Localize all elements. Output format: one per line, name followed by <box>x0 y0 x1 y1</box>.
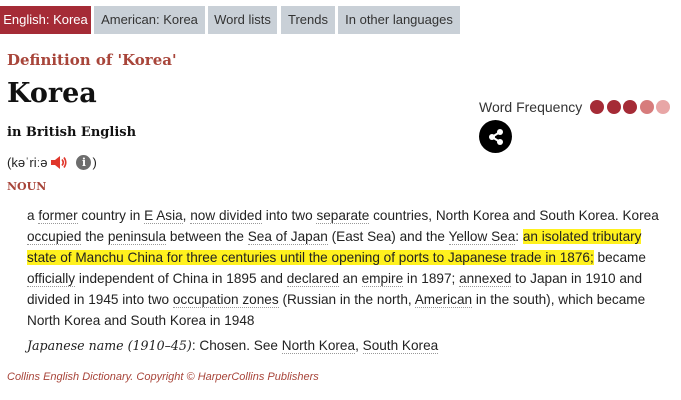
tab-trends[interactable]: Trends <box>281 6 335 34</box>
pronunciation-close: ) <box>92 155 97 170</box>
tab-american-korea[interactable]: American: Korea <box>94 6 205 34</box>
word-link-yellow-sea[interactable]: Yellow Sea <box>448 229 516 245</box>
word-link-annexed[interactable]: annexed <box>459 271 512 287</box>
part-of-speech: NOUN <box>7 180 47 193</box>
definition-text: a former country in E Asia, now divided … <box>27 205 667 331</box>
copyright: Collins English Dictionary. Copyright © … <box>7 371 319 383</box>
word-link-declared[interactable]: declared <box>286 271 339 287</box>
frequency-dot-icon <box>623 100 638 114</box>
japanese-name: Japanese name (1910–45): Chosen. See Nor… <box>27 338 439 354</box>
word-link-officially[interactable]: officially <box>27 271 76 287</box>
japanese-name-label: Japanese name (1910–45) <box>27 338 192 353</box>
share-icon[interactable] <box>479 120 512 153</box>
def-text: independent of China in 1895 and <box>75 271 287 286</box>
def-text: : <box>515 229 523 244</box>
tab-in-other-languages[interactable]: In other languages <box>338 6 460 34</box>
word-link-e-asia[interactable]: E Asia <box>144 208 183 224</box>
word-link-sea-of-japan[interactable]: Sea of Japan <box>247 229 328 245</box>
word-link-now-divided[interactable]: now divided <box>190 208 263 224</box>
frequency-dot-icon <box>656 100 671 114</box>
def-text: (East Sea) and the <box>327 229 449 244</box>
definition-heading: Definition of 'Korea' <box>7 51 177 69</box>
pronunciation-text: (kəˈriːə <box>7 155 48 170</box>
tab-english-korea[interactable]: English: Korea <box>0 6 91 34</box>
frequency-dot-icon <box>639 100 654 114</box>
word-link-occupied[interactable]: occupied <box>27 229 82 245</box>
link-north-korea[interactable]: North Korea <box>281 338 356 354</box>
speaker-icon[interactable] <box>50 155 68 170</box>
def-text: became <box>593 250 646 265</box>
word-link-separate[interactable]: separate <box>316 208 370 224</box>
def-text: (Russian in the north, <box>278 292 415 307</box>
word-link-peninsula[interactable]: peninsula <box>107 229 167 245</box>
word-frequency: Word Frequency <box>479 99 673 115</box>
word-link-american[interactable]: American <box>414 292 473 308</box>
frequency-dots <box>590 100 673 114</box>
def-text: into two <box>262 208 317 223</box>
link-south-korea[interactable]: South Korea <box>362 338 439 354</box>
word-link-occupation-zones[interactable]: occupation zones <box>172 292 279 308</box>
def-text: the <box>81 229 108 244</box>
def-text: in 1897; <box>403 271 460 286</box>
word-frequency-label: Word Frequency <box>479 99 583 115</box>
japanese-name-text: : Chosen. See <box>191 338 282 353</box>
def-text: country in <box>77 208 145 223</box>
def-text: a <box>27 208 39 223</box>
word-link-former[interactable]: former <box>38 208 78 224</box>
pronunciation: (kəˈriːə i ) <box>7 155 97 170</box>
headword: Korea <box>7 78 97 109</box>
tab-word-lists[interactable]: Word lists <box>208 6 277 34</box>
def-text: countries, North Korea and South Korea. … <box>369 208 659 223</box>
def-text: an <box>338 271 362 286</box>
separator: , <box>355 338 363 353</box>
info-icon[interactable]: i <box>76 155 92 170</box>
def-text: between the <box>166 229 248 244</box>
frequency-dot-icon <box>606 100 621 114</box>
word-link-empire[interactable]: empire <box>361 271 404 287</box>
frequency-dot-icon <box>590 100 605 114</box>
dictionary-label: in British English <box>7 125 137 140</box>
